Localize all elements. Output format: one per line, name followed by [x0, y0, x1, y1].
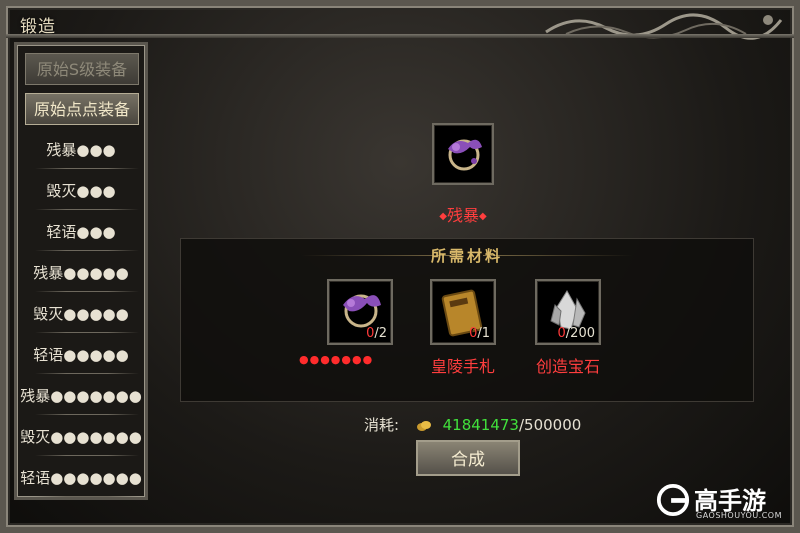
sidebar-item-huimie-7[interactable]: 毁灭●●●●●●● [17, 418, 145, 456]
purple-dragon-ring-icon [448, 139, 482, 171]
material-slot-gem[interactable]: 0/200 [535, 279, 601, 345]
title-divider [6, 34, 794, 38]
synthesize-button[interactable]: 合成 [416, 440, 520, 476]
watermark-url: GAOSHOUYOU.COM [696, 511, 783, 520]
materials-panel: 所需材料 0/2 ●●●●●●● 0/1 皇陵手札 0/200 创造宝石 [180, 238, 754, 402]
materials-title: 所需材料 [430, 247, 503, 265]
sidebar-item-huimie-3[interactable]: 毁灭●●● [17, 172, 145, 210]
material-name: 创造宝石 [535, 357, 600, 376]
sidebar-item-qingyu-5[interactable]: 轻语●●●●● [17, 336, 145, 374]
material-slot-ring[interactable]: 0/2 [327, 279, 393, 345]
cost-current: 41841473 [442, 416, 519, 434]
material-name: 皇陵手札 [430, 357, 495, 376]
sidebar-item-canbao-7[interactable]: 残暴●●●●●●● [17, 377, 145, 415]
material-count: 0/1 [469, 326, 490, 341]
forge-panel: ◆残暴◆ 所需材料 0/2 ●●●●●●● 0/1 皇陵手札 0/200 创造宝… [156, 42, 786, 500]
sidebar-item-canbao-3[interactable]: 残暴●●● [17, 131, 145, 169]
cost-label: 消耗: [364, 416, 400, 434]
target-item-slot[interactable] [432, 123, 494, 185]
material-count: 0/200 [557, 326, 595, 341]
sidebar-item-qingyu-7[interactable]: 轻语●●●●●●● [17, 459, 145, 497]
gold-coin-icon [416, 420, 431, 431]
material-count: 0/2 [366, 326, 387, 341]
material-star-rating: ●●●●●●● [299, 353, 374, 366]
tab-original-s-equipment[interactable]: 原始S级装备 [25, 53, 139, 85]
sidebar-item-canbao-5[interactable]: 残暴●●●●● [17, 254, 145, 292]
cost-required: /500000 [518, 416, 582, 434]
gaoshouyou-logo-icon [656, 483, 690, 517]
sidebar-item-qingyu-3[interactable]: 轻语●●● [17, 213, 145, 251]
sidebar-item-huimie-5[interactable]: 毁灭●●●●● [17, 295, 145, 333]
watermark: 高手游 GAOSHOUYOU.COM [656, 481, 786, 523]
target-item-name: ◆残暴◆ [439, 206, 487, 225]
sidebar: 原始S级装备 原始点点装备 残暴●●● 毁灭●●● 轻语●●● 残暴●●●●● … [14, 42, 148, 500]
cost-row: 消耗: 41841473/500000 [364, 414, 581, 435]
tab-original-dot-equipment[interactable]: 原始点点装备 [25, 93, 139, 125]
material-slot-book[interactable]: 0/1 [430, 279, 496, 345]
